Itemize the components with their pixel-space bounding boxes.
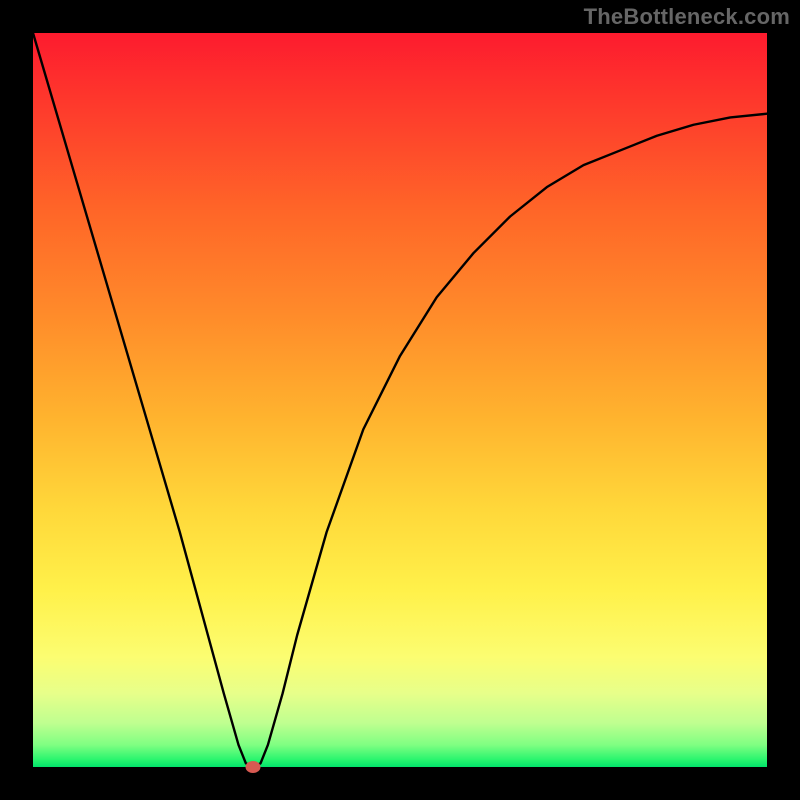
chart-frame: TheBottleneck.com xyxy=(0,0,800,800)
minimum-marker xyxy=(246,761,261,773)
watermark-text: TheBottleneck.com xyxy=(584,4,790,30)
bottleneck-curve xyxy=(33,33,767,767)
